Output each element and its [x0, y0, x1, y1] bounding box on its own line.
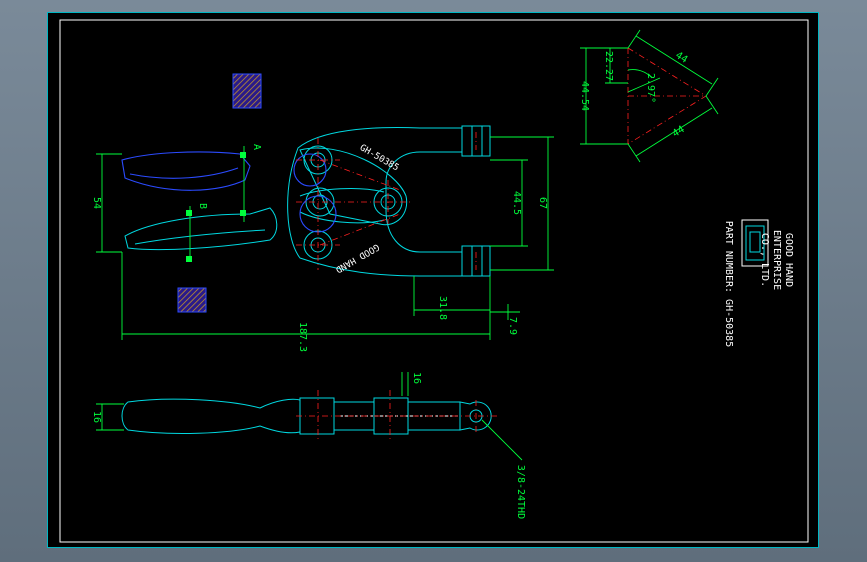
sheet-border	[59, 19, 809, 543]
dim-44-54: 44.54	[579, 81, 590, 111]
dim-22-27: 22.27	[603, 51, 614, 81]
cad-drawing: 22.27 44.54 2.97° 44 44 A B GH-50385 GOO…	[59, 19, 809, 543]
dim-16-side-top: 16	[411, 372, 422, 384]
dim-thread: 3/8-24THD	[515, 465, 526, 519]
dim-187-3: 187.3	[297, 322, 308, 352]
dim-31-8: 31.8	[437, 296, 448, 320]
company-name-line3: CO., LTD.	[759, 233, 770, 287]
dim-2-97-angle: 2.97°	[645, 73, 656, 103]
section-label-a: A	[251, 144, 262, 150]
dim-7-9: 7.9	[507, 317, 518, 335]
section-label-b: B	[197, 203, 208, 209]
clamp-side-view	[96, 372, 523, 461]
dim-67: 67	[537, 197, 548, 209]
section-block-bottom	[177, 287, 207, 313]
company-name-line1: GOOD HAND	[783, 233, 794, 287]
dim-16-side-left: 16	[91, 411, 102, 423]
main-dimensions	[96, 136, 554, 340]
part-number: PART NUMBER: GH-50385	[723, 221, 734, 347]
section-block-top	[232, 73, 262, 109]
dim-44-upper: 44	[673, 50, 689, 66]
dim-54: 54	[91, 197, 102, 209]
dim-44-lower: 44	[671, 124, 687, 140]
dim-44-5: 44.5	[511, 191, 522, 215]
clamp-top-view	[121, 125, 491, 277]
body-part-number: GH-50385	[358, 143, 401, 173]
company-name-line2: ENTERPRISE	[771, 230, 782, 290]
body-brand: GOOD HAND	[333, 241, 380, 274]
